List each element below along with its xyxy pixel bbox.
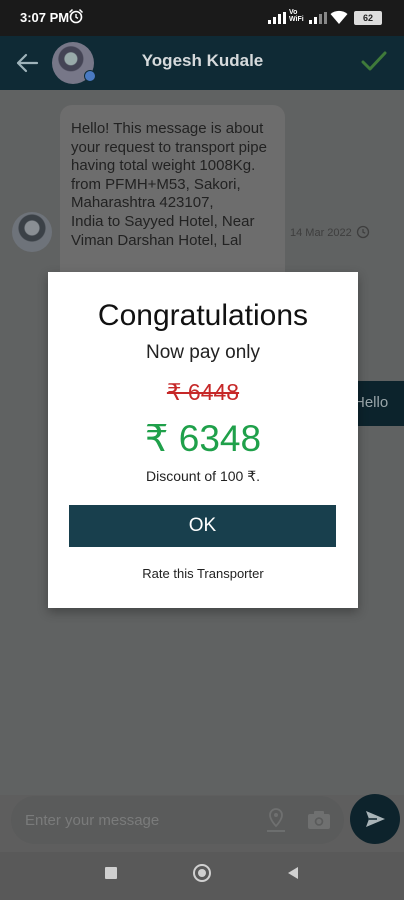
chat-header: Yogesh Kudale [0, 36, 404, 90]
incoming-message-text: Hello! This message is about your reques… [71, 120, 267, 249]
home-button[interactable] [193, 864, 211, 882]
message-input-bar[interactable]: Enter your message [11, 796, 344, 844]
online-badge [84, 70, 96, 82]
recent-apps-button[interactable] [105, 867, 117, 879]
location-pin-icon[interactable] [265, 808, 287, 832]
back-arrow-icon[interactable] [14, 50, 40, 76]
old-price: ₹ 6448 [48, 379, 358, 406]
signal-icon [268, 12, 286, 24]
discount-text: Discount of 100 ₹. [146, 468, 260, 484]
rate-transporter-link[interactable]: Rate this Transporter [48, 566, 358, 581]
wifi-icon [330, 10, 348, 24]
send-icon [366, 811, 385, 827]
clock-icon [356, 225, 370, 239]
dialog-subtitle: Now pay only [145, 342, 261, 363]
checkmark-icon[interactable] [360, 50, 388, 74]
volte-indicator: Vo WiFi [289, 9, 304, 23]
contact-name[interactable]: Yogesh Kudale [120, 51, 285, 71]
sender-avatar [12, 212, 52, 252]
new-price: ₹ 6348 [144, 418, 262, 459]
outgoing-message-text: Hello [354, 394, 389, 411]
system-nav-bar [0, 852, 404, 900]
nav-back-icon[interactable] [287, 866, 299, 880]
home-button-dot [198, 869, 206, 877]
dialog-title: Congratulations [97, 299, 309, 332]
discount-dialog: Congratulations Now pay only ₹ 6448 ₹ 63… [48, 272, 358, 608]
message-input[interactable]: Enter your message [25, 812, 159, 829]
send-button[interactable] [350, 794, 400, 844]
camera-icon[interactable] [307, 810, 331, 830]
old-price-text: ₹ 6448 [166, 379, 240, 405]
alarm-icon [68, 8, 84, 24]
ok-button[interactable]: OK [69, 505, 336, 547]
status-bar: 3:07 PM Vo WiFi 62 [0, 0, 404, 36]
signal-icon-2 [309, 12, 327, 24]
battery-indicator: 62 [354, 11, 382, 25]
message-timestamp: 14 Mar 2022 [290, 227, 352, 239]
status-time: 3:07 PM [20, 10, 70, 25]
